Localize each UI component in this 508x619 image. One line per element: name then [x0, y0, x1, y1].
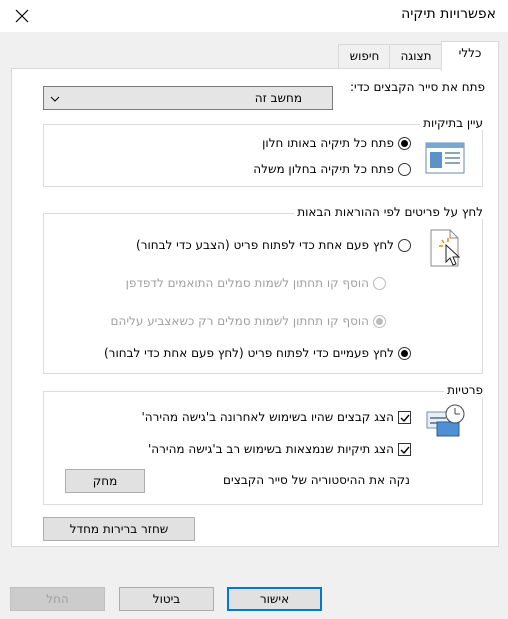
ok-button[interactable]: אישור — [227, 587, 322, 611]
open-explorer-label: פתח את סייר הקבצים כדי: — [350, 80, 485, 94]
same-window-label: פתח כל תיקיה באותו חלון — [262, 136, 394, 150]
close-icon[interactable] — [12, 6, 32, 26]
radio-same-window[interactable] — [398, 137, 411, 150]
underline-browser-label: הוסף קו תחתון לשמות סמלים התואמים לדפדפן — [125, 276, 369, 290]
single-click-label: לחץ פעם אחת כדי לפתוח פריט (הצבע כדי לבח… — [136, 238, 394, 252]
pointer-icon — [430, 229, 461, 267]
own-window-label: פתח כל תיקיה בחלון משלה — [253, 162, 394, 176]
title-bar: אפשרויות תיקיה — [0, 0, 508, 32]
radio-double-click[interactable] — [398, 347, 411, 360]
tab-view[interactable]: תצוגה — [389, 44, 443, 69]
recent-files-checkbox[interactable] — [398, 411, 411, 424]
apply-button[interactable]: החל — [10, 587, 105, 611]
radio-own-window[interactable] — [398, 163, 411, 176]
restore-defaults-button[interactable]: שחזר ברירות מחדל — [43, 517, 195, 541]
frequent-folders-checkbox[interactable] — [398, 443, 411, 456]
browse-folders-group — [43, 124, 483, 187]
click-items-title: לחץ על פריטים לפי ההוראות הבאות — [294, 205, 486, 219]
clear-history-label: נקה את ההיסטוריה של סייר הקבצים — [223, 473, 410, 487]
frequent-folders-label: הצג תיקיות שנמצאות בשימוש רב ב'גישה מהיר… — [147, 442, 394, 456]
double-click-label: לחץ פעמיים כדי לפתוח פריט (לחץ פעם אחת כ… — [103, 346, 394, 360]
dropdown-value: מחשב זה — [254, 91, 302, 105]
window-title: אפשרויות תיקיה — [401, 6, 496, 22]
browse-folders-title: עיין בתיקיות — [420, 116, 486, 130]
clear-history-button[interactable]: מחק — [65, 469, 145, 493]
privacy-icon — [426, 404, 465, 437]
recent-files-label: הצג קבצים שהיו בשימוש לאחרונה ב'גישה מהי… — [141, 410, 394, 424]
window-icon — [425, 142, 465, 174]
privacy-title: פרטיות — [444, 383, 486, 397]
tab-general[interactable]: כללי — [441, 41, 499, 71]
tab-search[interactable]: חיפוש — [338, 44, 391, 69]
underline-hover-label: הוסף קו תחתון לשמות סמלים רק כשאצביע עלי… — [110, 314, 369, 328]
cancel-button[interactable]: ביטול — [119, 587, 214, 611]
checkmark-icon — [400, 446, 410, 455]
chevron-down-icon — [50, 96, 60, 102]
radio-underline-browser[interactable] — [373, 277, 386, 290]
radio-underline-hover[interactable] — [373, 315, 386, 328]
radio-single-click[interactable] — [398, 239, 411, 252]
checkmark-icon — [400, 414, 410, 423]
open-explorer-dropdown[interactable]: מחשב זה — [43, 86, 333, 110]
